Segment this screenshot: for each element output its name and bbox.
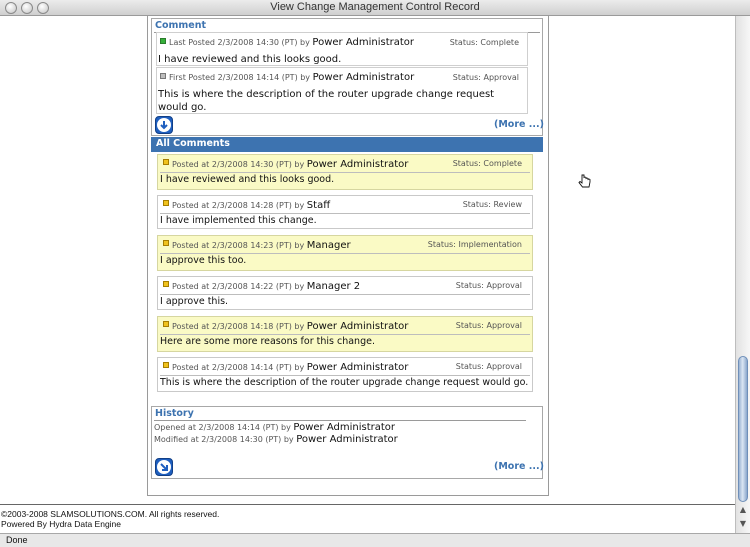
footer-powered-by: Powered By Hydra Data Engine [1, 519, 122, 529]
comment-expand-button[interactable] [155, 116, 173, 134]
history-modified: Modified at 2/3/2008 14:30 (PT) by Power… [154, 434, 398, 445]
comment-box-title: Comment [155, 20, 207, 31]
comment-author: Staff [306, 200, 331, 211]
comment-status: Status: Approval [455, 362, 522, 371]
page-content: Comment Last Posted 2/3/2008 14:30 (PT) … [0, 16, 735, 533]
comment-text: This is where the description of the rou… [158, 89, 495, 113]
down-arrow-icon [160, 121, 168, 130]
status-indicator-icon [160, 73, 166, 79]
comment-entry: First Posted 2/3/2008 14:14 (PT) by Powe… [156, 67, 528, 114]
title-bar: View Change Management Control Record [0, 0, 750, 16]
diagonal-arrow-icon [160, 463, 168, 471]
history-opened-by: Power Administrator [293, 422, 396, 433]
comment-text: I approve this. [160, 296, 229, 307]
all-comments-title: All Comments [156, 138, 230, 149]
browser-window: View Change Management Control Record Co… [0, 0, 750, 547]
status-indicator-icon [163, 240, 169, 246]
comment-text: I have reviewed and this looks good. [158, 54, 342, 65]
status-indicator-icon [163, 200, 169, 206]
status-indicator-icon [163, 281, 169, 287]
hand-cursor-icon [578, 174, 591, 188]
history-box: History Opened at 2/3/2008 14:14 (PT) by… [151, 406, 543, 479]
all-comments-item: Posted at 2/3/2008 14:30 (PT) by Power A… [157, 154, 533, 190]
comment-text: I have reviewed and this looks good. [160, 174, 335, 185]
status-indicator-icon [160, 38, 166, 44]
comment-text: This is where the description of the rou… [160, 377, 529, 388]
status-text: Done [6, 535, 28, 545]
status-indicator-icon [163, 159, 169, 165]
status-bar: Done [0, 533, 750, 547]
scroll-up-arrow-icon[interactable]: ▲ [737, 504, 749, 516]
all-comments-header: All Comments [151, 137, 543, 152]
comment-author: Power Administrator [312, 37, 415, 48]
history-more-link[interactable]: (More ...) [494, 461, 544, 472]
comment-meta: First Posted 2/3/2008 14:14 (PT) by Powe… [169, 72, 415, 83]
footer-copyright: ©2003-2008 SLAMSOLUTIONS.COM. All rights… [1, 509, 220, 519]
comment-status: Status: Implementation [427, 240, 522, 249]
history-opened: Opened at 2/3/2008 14:14 (PT) by Power A… [154, 422, 396, 433]
comment-author: Power Administrator [312, 72, 415, 83]
all-comments-item: Posted at 2/3/2008 14:28 (PT) by Staff S… [157, 195, 533, 229]
comment-text: I have implemented this change. [160, 215, 317, 226]
scrollbar-thumb[interactable] [738, 356, 748, 502]
comment-author: Manager 2 [306, 281, 361, 292]
all-comments-item: Posted at 2/3/2008 14:14 (PT) by Power A… [157, 357, 533, 392]
comment-text: Here are some more reasons for this chan… [160, 336, 375, 347]
window-title: View Change Management Control Record [270, 1, 480, 13]
all-comments-item: Posted at 2/3/2008 14:22 (PT) by Manager… [157, 276, 533, 310]
history-title: History [155, 408, 194, 419]
comment-status: Status: Complete [452, 159, 522, 168]
comment-status: Status: Complete [449, 38, 519, 47]
comment-status: Status: Approval [455, 321, 522, 330]
comment-author: Power Administrator [306, 159, 409, 170]
comment-meta: Last Posted 2/3/2008 14:30 (PT) by Power… [169, 37, 415, 48]
all-comments-item: Posted at 2/3/2008 14:23 (PT) by Manager… [157, 235, 533, 271]
comment-text: I approve this too. [160, 255, 247, 266]
comment-entry: Last Posted 2/3/2008 14:30 (PT) by Power… [156, 32, 528, 66]
comment-author: Power Administrator [306, 321, 409, 332]
comment-status: Status: Approval [452, 73, 519, 82]
status-indicator-icon [163, 321, 169, 327]
comment-author: Power Administrator [306, 362, 409, 373]
comment-status: Status: Review [462, 200, 522, 209]
history-modified-by: Power Administrator [296, 434, 398, 445]
history-divider [154, 420, 526, 421]
vertical-scrollbar[interactable]: ▲ ▼ [735, 16, 750, 533]
history-expand-button[interactable] [155, 458, 173, 476]
comment-author: Manager [306, 240, 351, 251]
comment-more-link[interactable]: (More ...) [494, 119, 544, 130]
all-comments-item: Posted at 2/3/2008 14:18 (PT) by Power A… [157, 316, 533, 352]
status-indicator-icon [163, 362, 169, 368]
footer-divider [0, 504, 735, 505]
scroll-down-arrow-icon[interactable]: ▼ [737, 518, 749, 530]
comment-status: Status: Approval [455, 281, 522, 290]
